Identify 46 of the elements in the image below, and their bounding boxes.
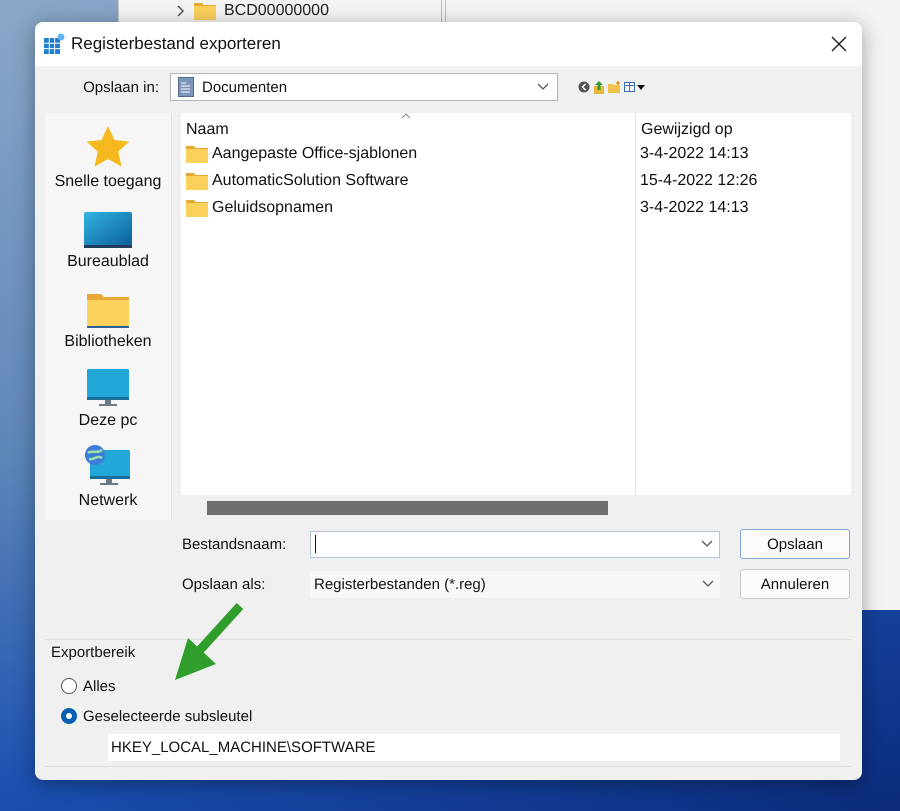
document-icon — [178, 77, 194, 97]
folder-icon — [194, 2, 216, 20]
file-name[interactable]: Aangepaste Office-sjablonen — [212, 144, 418, 162]
monitor-icon — [83, 210, 133, 249]
modified-date: 15-4-2022 12:26 — [640, 172, 758, 190]
chevron-down-icon — [537, 83, 549, 91]
folder-icon — [186, 144, 208, 162]
place-label[interactable]: Snelle toegang — [54, 173, 162, 191]
window-title: Registerbestand exporteren — [71, 34, 282, 54]
folder-up-icon[interactable] — [593, 80, 605, 94]
radio-label[interactable]: Alles — [83, 678, 116, 694]
view-menu-icon[interactable] — [624, 81, 646, 93]
field-label: Opslaan in: — [82, 78, 160, 96]
file-name[interactable]: AutomaticSolution Software — [212, 172, 409, 190]
folder-icon — [186, 198, 208, 216]
registry-icon — [43, 33, 65, 55]
save-button[interactable]: Opslaan — [740, 529, 850, 559]
cancel-button[interactable]: Annuleren — [740, 569, 850, 599]
file-name[interactable]: Geluidsopnamen — [212, 198, 333, 216]
group-title: Exportbereik — [51, 644, 136, 661]
tree-item-label[interactable]: BCD00000000 — [224, 2, 329, 20]
radio-button[interactable] — [61, 708, 77, 724]
file-type-dropdown[interactable]: Registerbestanden (*.reg) — [310, 570, 720, 598]
modified-date: 3-4-2022 14:13 — [640, 198, 749, 216]
file-name-field[interactable] — [310, 530, 720, 558]
place-label[interactable]: Bibliotheken — [64, 332, 152, 351]
place-label[interactable]: Bureaublad — [67, 252, 149, 271]
modified-date: 3-4-2022 14:13 — [640, 144, 749, 162]
computer-icon — [86, 368, 130, 408]
star-icon — [85, 125, 131, 169]
radio-label[interactable]: Geselecteerde subsleutel — [83, 708, 252, 724]
back-icon[interactable] — [578, 81, 590, 93]
column-header[interactable]: Naam — [186, 120, 229, 138]
location-dropdown[interactable]: Documenten — [170, 73, 558, 101]
column-header[interactable]: Gewijzigd op — [641, 120, 733, 138]
field-label: Opslaan als: — [182, 576, 266, 592]
radio-button[interactable] — [61, 678, 77, 694]
place-label[interactable]: Netwerk — [78, 492, 138, 510]
key-path-field[interactable]: HKEY_LOCAL_MACHINE\SOFTWARE — [108, 734, 840, 761]
scrollbar-thumb[interactable] — [207, 500, 608, 514]
close-icon — [831, 36, 847, 52]
place-label[interactable]: Deze pc — [78, 412, 138, 430]
folder-icon — [186, 172, 208, 190]
field-label: Bestandsnaam: — [182, 536, 288, 552]
chevron-down-icon — [702, 580, 714, 588]
chevron-down-icon — [701, 540, 713, 548]
